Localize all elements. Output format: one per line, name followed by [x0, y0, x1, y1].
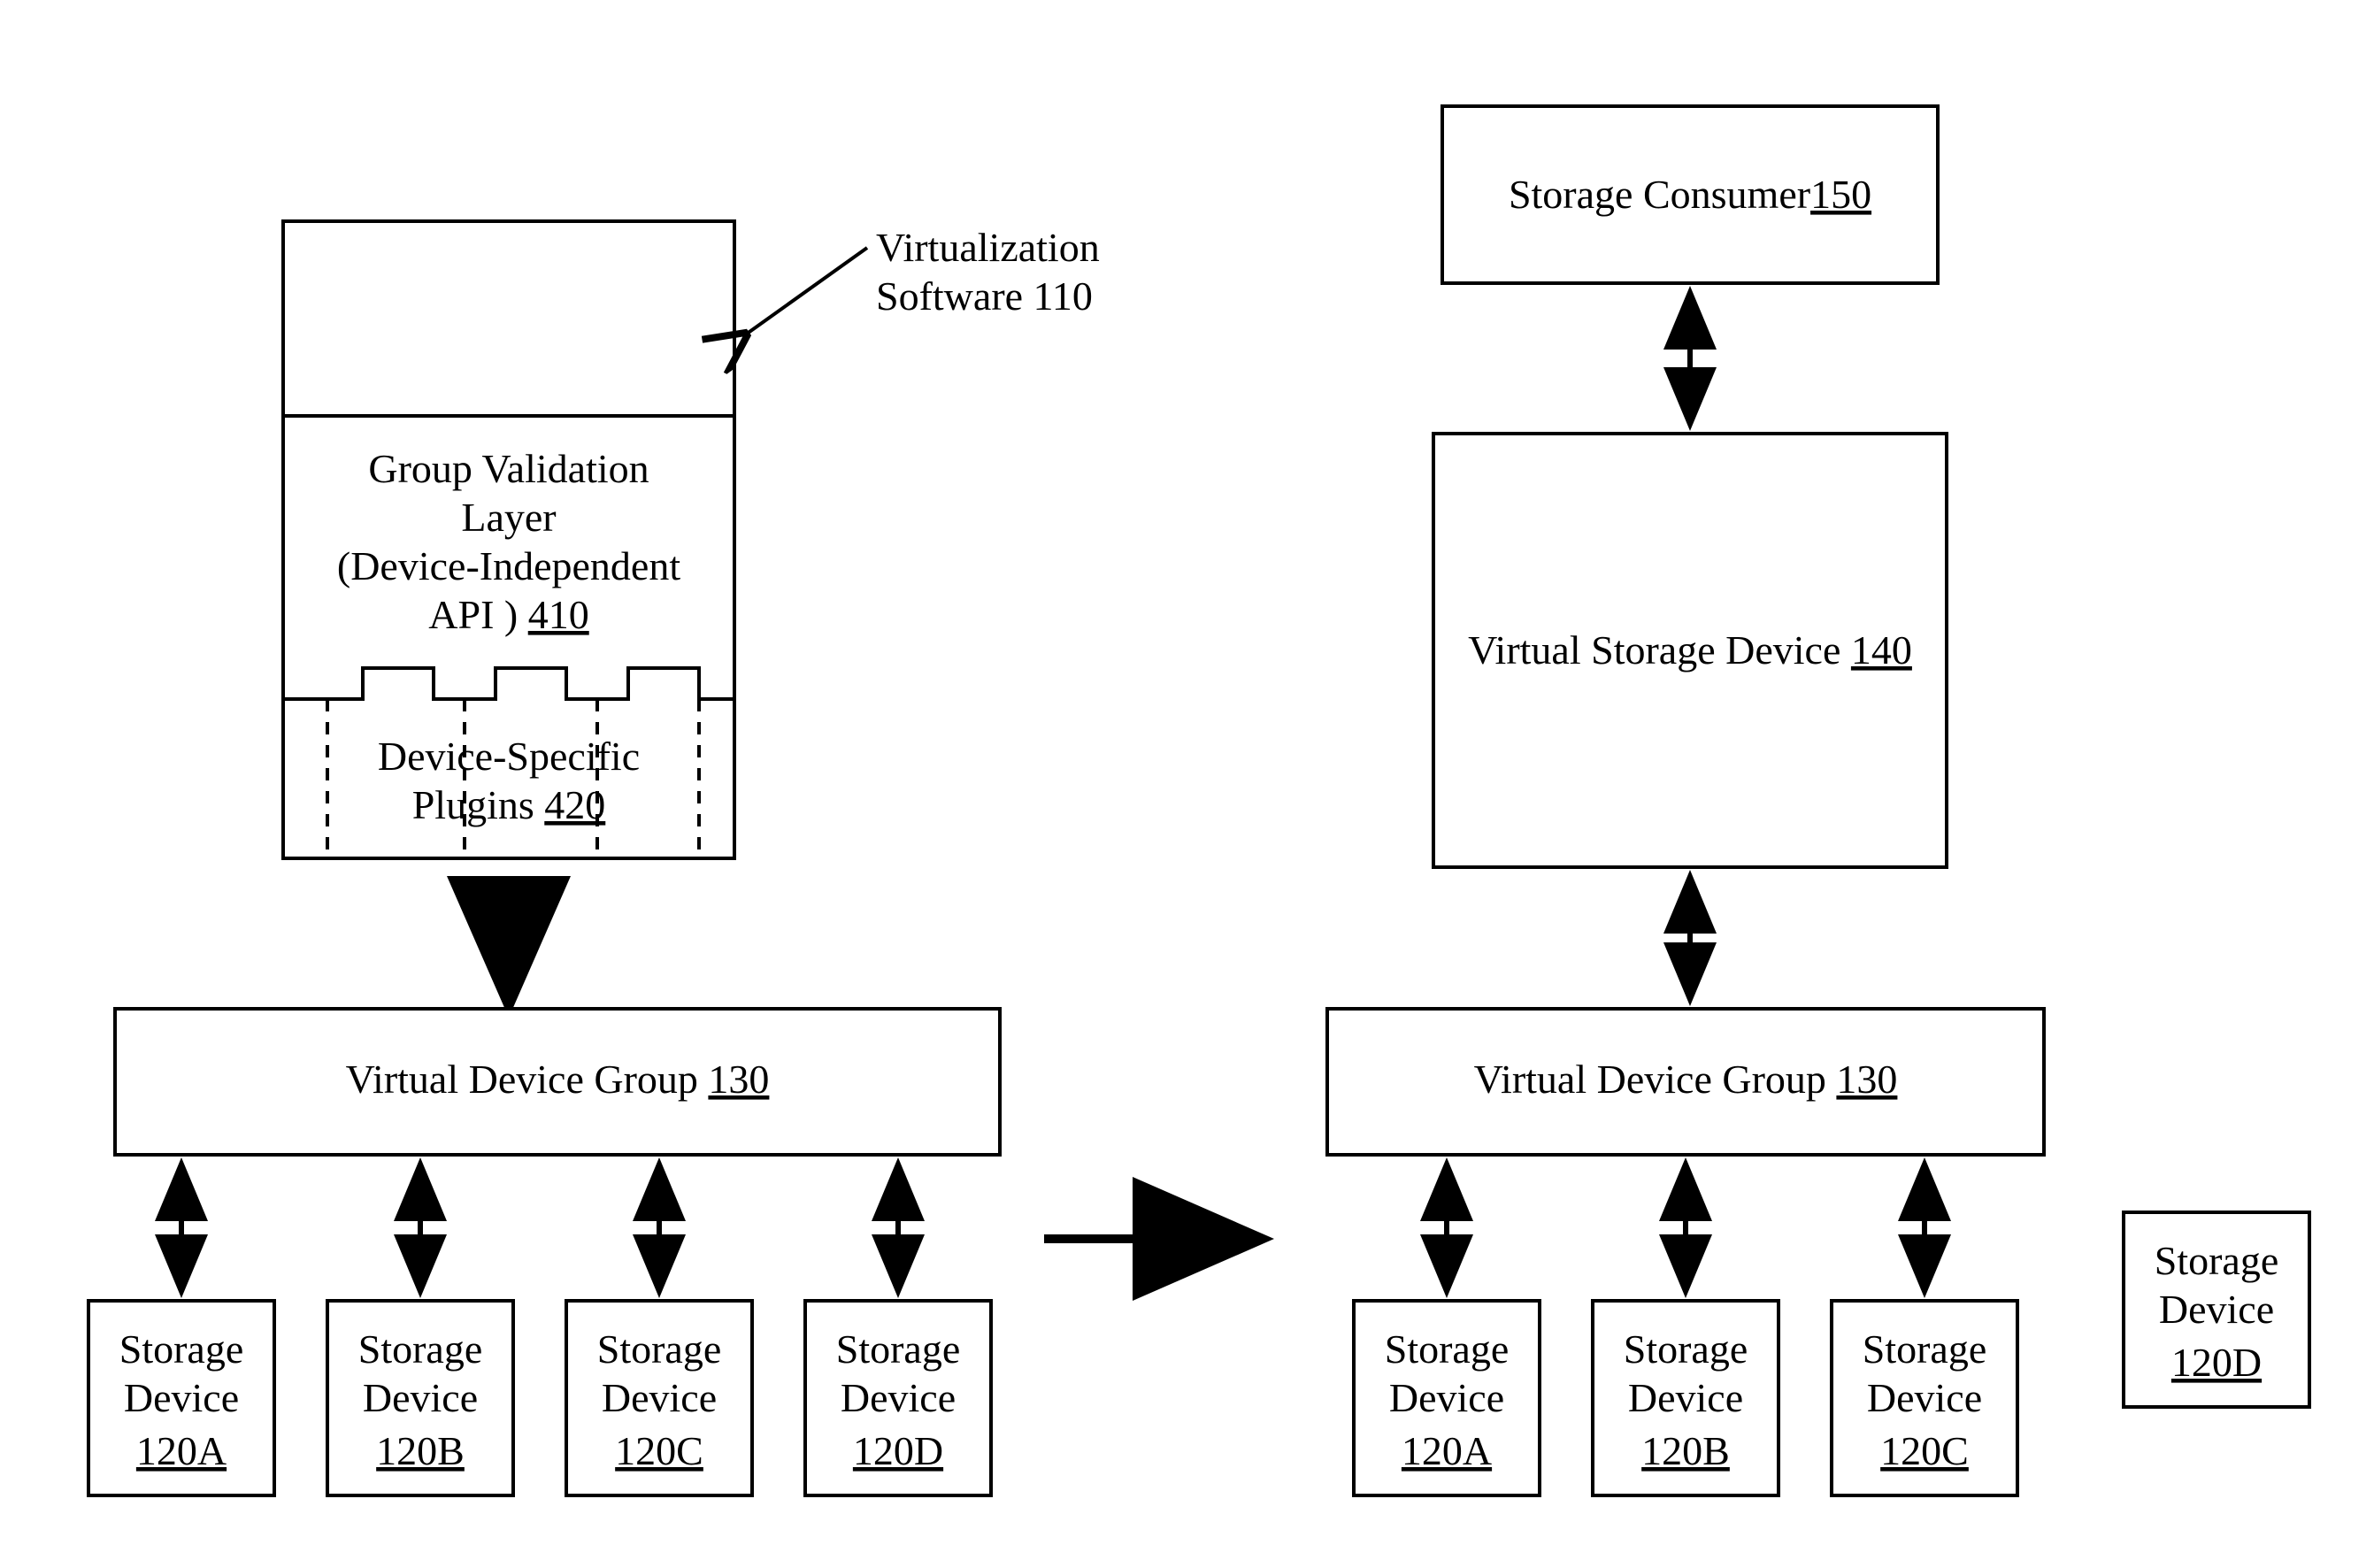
- svg-text:Virtual Storage Device 140: Virtual Storage Device 140: [1468, 627, 1912, 673]
- svg-text:Device: Device: [1867, 1375, 1982, 1420]
- storage-device-120d-left: Storage Device 120D: [805, 1301, 991, 1495]
- svg-text:120A: 120A: [1402, 1428, 1492, 1473]
- svg-text:Device: Device: [841, 1375, 956, 1420]
- virtual-device-group-right: Virtual Device Group 130: [1327, 1009, 2044, 1155]
- svg-text:120A: 120A: [136, 1428, 227, 1473]
- svg-text:Device: Device: [602, 1375, 717, 1420]
- storage-device-120d-detached: Storage Device 120D: [2124, 1212, 2309, 1407]
- svg-text:Device: Device: [1628, 1375, 1743, 1420]
- device-specific-plugins-label-1: Device-Specific: [378, 734, 640, 779]
- svg-text:120C: 120C: [615, 1428, 703, 1473]
- storage-consumer-box: Storage Consumer150: [1442, 106, 1938, 283]
- svg-text:Device: Device: [2159, 1287, 2274, 1332]
- svg-text:Storage: Storage: [1385, 1326, 1510, 1372]
- storage-device-120c-right: Storage Device 120C: [1832, 1301, 2017, 1495]
- svg-text:Storage: Storage: [836, 1326, 961, 1372]
- svg-text:120B: 120B: [1641, 1428, 1730, 1473]
- group-validation-layer-label-1: Group Validation: [368, 446, 649, 491]
- svg-text:120B: 120B: [376, 1428, 465, 1473]
- virtualization-software-box: Group Validation Layer (Device-Independe…: [283, 221, 734, 858]
- group-validation-layer-label-2: Layer: [461, 495, 556, 540]
- diagram-canvas: Group Validation Layer (Device-Independe…: [0, 0, 2374, 1568]
- group-validation-layer-label-4: API ) 410: [428, 592, 588, 637]
- storage-device-120a-right: Storage Device 120A: [1354, 1301, 1540, 1495]
- svg-text:Storage Consumer150: Storage Consumer150: [1509, 172, 1871, 217]
- svg-text:Storage: Storage: [1863, 1326, 1987, 1372]
- virtualization-software-callout: Virtualization Software 110: [743, 225, 1100, 336]
- callout-line2: Software 110: [876, 273, 1093, 319]
- storage-device-120b-right: Storage Device 120B: [1593, 1301, 1779, 1495]
- virtual-storage-device-box: Virtual Storage Device 140: [1433, 434, 1947, 867]
- storage-device-120c-left: Storage Device 120C: [566, 1301, 752, 1495]
- svg-text:Storage: Storage: [2155, 1238, 2279, 1283]
- svg-text:120D: 120D: [2171, 1340, 2262, 1385]
- virtual-device-group-left: Virtual Device Group 130: [115, 1009, 1000, 1155]
- svg-text:120D: 120D: [853, 1428, 943, 1473]
- svg-text:Device: Device: [124, 1375, 239, 1420]
- svg-text:Storage: Storage: [358, 1326, 483, 1372]
- group-validation-layer-label-3: (Device-Independent: [337, 543, 680, 588]
- svg-text:Storage: Storage: [119, 1326, 244, 1372]
- storage-device-120a-left: Storage Device 120A: [88, 1301, 274, 1495]
- device-specific-plugins-label-2: Plugins 420: [412, 782, 606, 827]
- svg-text:Virtual Device Group 130: Virtual Device Group 130: [346, 1057, 770, 1102]
- svg-text:Device: Device: [1389, 1375, 1504, 1420]
- storage-device-120b-left: Storage Device 120B: [327, 1301, 513, 1495]
- callout-line1: Virtualization: [876, 225, 1100, 270]
- svg-text:Device: Device: [363, 1375, 478, 1420]
- svg-text:120C: 120C: [1880, 1428, 1969, 1473]
- svg-text:Storage: Storage: [597, 1326, 722, 1372]
- svg-text:Virtual Device Group 130: Virtual Device Group 130: [1474, 1057, 1898, 1102]
- svg-text:Storage: Storage: [1624, 1326, 1748, 1372]
